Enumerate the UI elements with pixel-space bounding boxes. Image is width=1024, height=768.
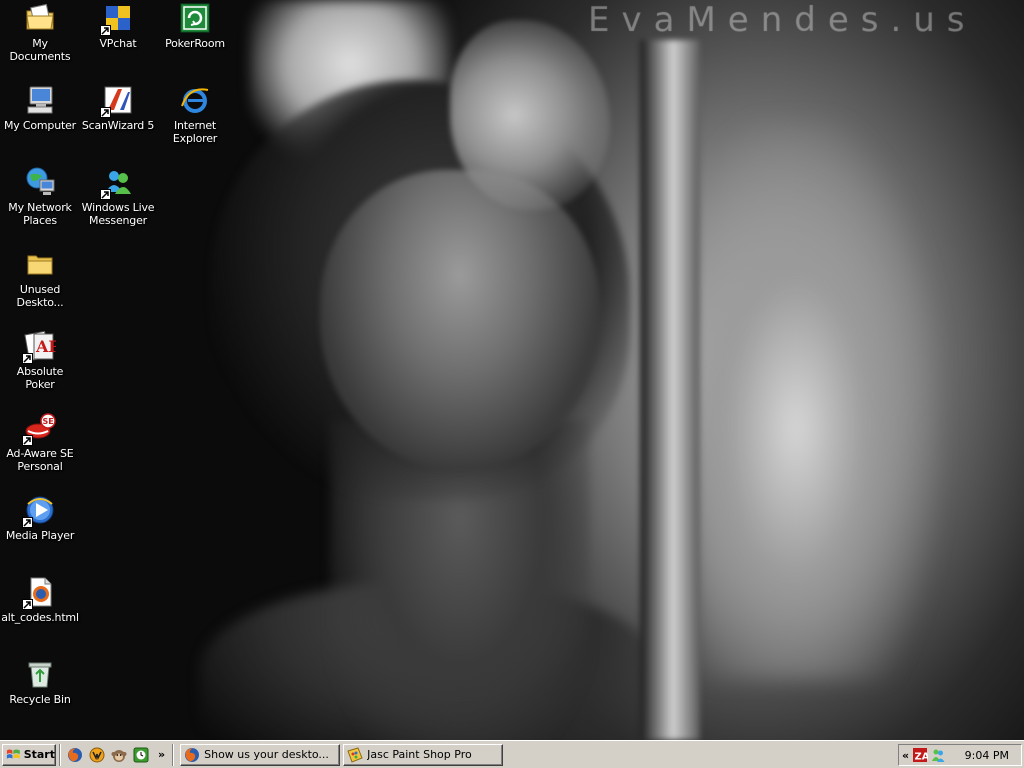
wallpaper-door-frame	[640, 40, 700, 740]
green-clock-icon[interactable]	[133, 747, 149, 763]
recycle-bin-icon	[24, 658, 56, 690]
desktop-icon-label: ScanWizard 5	[81, 119, 155, 132]
desktop-icon-label: Internet Explorer	[172, 119, 218, 145]
desktop-icon-label: Media Player	[5, 529, 75, 542]
tray-clock[interactable]: 9:04 PM	[965, 749, 1009, 762]
taskbar-separator	[172, 743, 175, 766]
tray-expand-button[interactable]: «	[902, 749, 909, 762]
shortcut-arrow-icon	[100, 25, 111, 36]
desktop-icon-label: My Documents	[9, 37, 71, 63]
scanwizard-icon	[100, 84, 134, 118]
my-computer-icon	[24, 84, 56, 116]
quick-launch-bar: »	[64, 744, 169, 766]
shortcut-arrow-icon	[22, 517, 33, 528]
desktop-icon-windows-live-messenger[interactable]: Windows Live Messenger	[78, 166, 158, 227]
svg-text:SE: SE	[43, 417, 54, 426]
desktop-icon-pokerroom[interactable]: PokerRoom	[155, 2, 235, 50]
zonealarm-icon[interactable]: ZA	[912, 747, 928, 763]
desktop-icon-label: VPchat	[99, 37, 137, 50]
desktop-icon-label: Windows Live Messenger	[81, 201, 155, 227]
my-documents-icon	[24, 2, 56, 34]
shortcut-arrow-icon	[100, 189, 111, 200]
taskbar-separator	[59, 743, 61, 766]
shortcut-arrow-icon	[100, 107, 111, 118]
desktop-icon-label: Absolute Poker	[16, 365, 64, 391]
start-button[interactable]: Start	[2, 743, 56, 766]
desktop-icon-label: My Computer	[4, 119, 76, 132]
messenger-icon	[100, 166, 134, 200]
html-file-icon	[22, 576, 56, 610]
desktop-icon-alt-codes-html[interactable]: alt_codes.html	[0, 576, 80, 624]
wallpaper-light-glow	[700, 120, 940, 680]
firefox-icon[interactable]	[67, 747, 83, 763]
shortcut-arrow-icon	[22, 353, 33, 364]
windows-flag-icon	[6, 748, 20, 759]
internet-explorer-icon	[179, 84, 211, 116]
winamp-icon[interactable]	[89, 747, 105, 763]
desktop-icon-label: alt_codes.html	[1, 611, 79, 624]
desktop-icon-label: Recycle Bin	[9, 693, 71, 706]
firefox-icon	[184, 747, 200, 763]
network-places-icon	[24, 166, 56, 198]
desktop-icon-vpchat[interactable]: VPchat	[78, 2, 158, 50]
absolute-poker-icon: AP	[22, 330, 56, 364]
quick-launch-more-button[interactable]: »	[158, 748, 165, 761]
desktop-icon-label: PokerRoom	[165, 37, 225, 50]
wallpaper-brand-text: EvaMendes.us	[588, 0, 977, 40]
desktop-icon-ad-aware[interactable]: SE Ad-Aware SE Personal	[0, 412, 80, 473]
vpchat-icon	[100, 2, 134, 36]
task-button-firefox[interactable]: Show us your deskto...	[180, 743, 341, 766]
desktop-icon-internet-explorer[interactable]: Internet Explorer	[155, 84, 235, 145]
pokerroom-icon	[179, 2, 211, 34]
monkey-icon[interactable]	[111, 747, 127, 763]
desktop-icon-label: Ad-Aware SE Personal	[6, 447, 74, 473]
desktop-icon-label: Unused Deskto...	[16, 283, 64, 309]
svg-text:AP: AP	[35, 337, 56, 356]
start-label: Start	[23, 748, 55, 761]
media-player-icon	[22, 494, 56, 528]
desktop-icon-my-computer[interactable]: My Computer	[0, 84, 80, 132]
desktop-icon-media-player[interactable]: Media Player	[0, 494, 80, 542]
wallpaper-face	[320, 170, 600, 470]
desktop-icon-scanwizard[interactable]: ScanWizard 5	[78, 84, 158, 132]
folder-icon	[24, 248, 56, 280]
task-button-label: Show us your deskto...	[204, 748, 329, 761]
messenger-tray-icon[interactable]	[930, 747, 946, 763]
desktop-icon-my-documents[interactable]: My Documents	[0, 2, 80, 63]
svg-text:ZA: ZA	[915, 752, 929, 763]
task-button-paint-shop-pro[interactable]: Jasc Paint Shop Pro	[343, 743, 504, 766]
paint-shop-pro-icon	[347, 746, 363, 763]
desktop-icon-label: My Network Places	[8, 201, 72, 227]
wallpaper-hand	[450, 20, 610, 210]
desktop-icon-recycle-bin[interactable]: Recycle Bin	[0, 658, 80, 706]
shortcut-arrow-icon	[22, 435, 33, 446]
task-button-label: Jasc Paint Shop Pro	[367, 748, 472, 761]
desktop-icon-network-places[interactable]: My Network Places	[0, 166, 80, 227]
desktop-icon-absolute-poker[interactable]: AP Absolute Poker	[0, 330, 80, 391]
shortcut-arrow-icon	[22, 599, 33, 610]
desktop-icon-unused-desktop[interactable]: Unused Deskto...	[0, 248, 80, 309]
system-tray: « ZA 9:04 PM	[898, 744, 1022, 766]
ad-aware-icon: SE	[22, 412, 56, 446]
taskbar: Start » Show us your deskto... Jasc Pain…	[0, 740, 1024, 768]
